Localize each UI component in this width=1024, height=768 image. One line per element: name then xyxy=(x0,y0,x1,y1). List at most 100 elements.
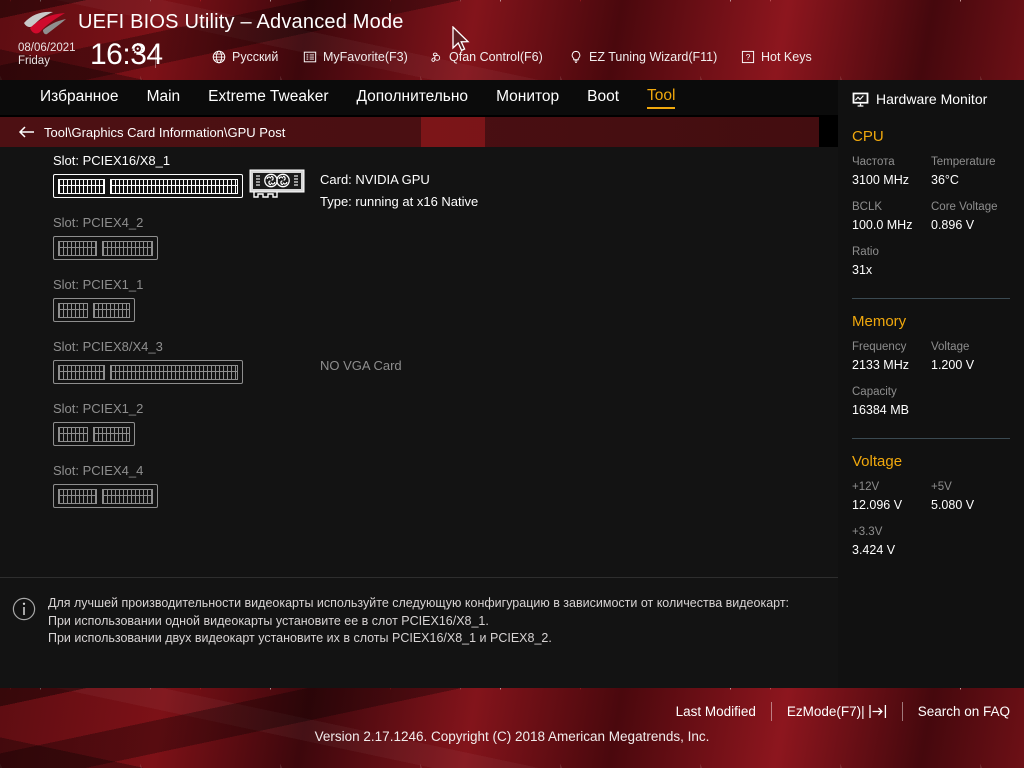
hw-section-cpu-title: CPU xyxy=(852,128,884,145)
slot-label: Slot: PCIEX8/X4_3 xyxy=(53,339,163,354)
tab-favorites[interactable]: Избранное xyxy=(40,88,119,108)
pcie-connector xyxy=(53,236,158,260)
slot-row-pciex8-x4-3[interactable]: Slot: PCIEX8/X4_3 xyxy=(53,339,243,384)
hardware-monitor-header: Hardware Monitor xyxy=(852,84,1010,114)
search-faq-label: Search on FAQ xyxy=(917,704,1010,719)
hw-value: 5.080 V xyxy=(931,498,975,512)
card-info: Card: NVIDIA GPU Type: running at x16 Na… xyxy=(320,169,478,213)
ez-tuning-wizard-button[interactable]: EZ Tuning Wizard(F11) xyxy=(568,47,717,67)
svg-text:?: ? xyxy=(745,52,750,62)
slot-row-pciex1-2[interactable]: Slot: PCIEX1_2 xyxy=(53,401,143,446)
question-icon: ? xyxy=(740,50,755,65)
hw-row: Частота 3100 MHz Temperature 36°C xyxy=(852,154,1010,199)
hw-key: Ratio xyxy=(852,246,879,258)
exit-arrow-icon xyxy=(869,705,886,718)
gear-icon[interactable]: ⚙ xyxy=(131,40,144,58)
hw-value: 1.200 V xyxy=(931,358,975,372)
tab-extreme-tweaker[interactable]: Extreme Tweaker xyxy=(208,88,328,108)
hot-keys-button[interactable]: ? Hot Keys xyxy=(740,47,812,67)
help-text: Для лучшей производительности видеокарты… xyxy=(48,595,789,688)
myfavorite-label: MyFavorite(F3) xyxy=(323,50,408,64)
card-name: Card: NVIDIA GPU xyxy=(320,172,430,187)
weekday-text: Friday xyxy=(18,55,50,67)
main-content: Slot: PCIEX16/X8_1 Card: NVIDIA GPU Type… xyxy=(0,147,838,577)
clock-display: 16:34 xyxy=(90,38,163,71)
header: UEFI BIOS Utility – Advanced Mode 08/06/… xyxy=(0,0,1024,80)
slot-label: Slot: PCIEX16/X8_1 xyxy=(53,153,171,168)
last-modified-button[interactable]: Last Modified xyxy=(676,704,756,719)
hot-keys-label: Hot Keys xyxy=(761,50,812,64)
hw-key: Core Voltage xyxy=(931,201,998,213)
pcie-connector xyxy=(53,484,158,508)
hw-key: Temperature xyxy=(931,156,996,168)
divider xyxy=(901,702,903,721)
hw-value: 16384 MB xyxy=(852,403,909,417)
hw-metric-12v: +12V 12.096 V xyxy=(852,479,931,524)
hw-value: 2133 MHz xyxy=(852,358,909,372)
hw-metric-capacity: Capacity 16384 MB xyxy=(852,384,1010,429)
header-divider xyxy=(155,44,156,68)
hw-metric-mem-voltage: Voltage 1.200 V xyxy=(931,339,1010,384)
language-button[interactable]: Русский xyxy=(211,47,278,67)
search-faq-button[interactable]: Search on FAQ xyxy=(918,704,1010,719)
mouse-cursor-icon xyxy=(452,26,470,52)
slot-row-pciex4-2[interactable]: Slot: PCIEX4_2 xyxy=(53,215,158,260)
hw-section-memory-title: Memory xyxy=(852,313,907,330)
hw-value: 3100 MHz xyxy=(852,173,909,187)
hw-value: 3.424 V xyxy=(852,543,896,557)
pcie-connector xyxy=(53,174,243,198)
hw-key: +12V xyxy=(852,481,880,493)
hw-metric-5v: +5V 5.080 V xyxy=(931,479,1010,524)
pcie-connector xyxy=(53,298,135,322)
hw-value: 12.096 V xyxy=(852,498,903,512)
tab-main[interactable]: Main xyxy=(147,88,181,108)
tab-advanced[interactable]: Дополнительно xyxy=(357,88,469,108)
hw-row: Capacity 16384 MB xyxy=(852,384,1010,429)
list-icon xyxy=(302,50,317,65)
no-vga-card-text: NO VGA Card xyxy=(320,358,402,373)
back-arrow-icon[interactable] xyxy=(18,125,35,139)
hw-row: BCLK 100.0 MHz Core Voltage 0.896 V xyxy=(852,199,1010,244)
tab-tool[interactable]: Tool xyxy=(647,87,676,109)
tab-monitor[interactable]: Монитор xyxy=(496,88,559,108)
globe-icon xyxy=(211,50,226,65)
qfan-control-button[interactable]: Qfan Control(F6) xyxy=(428,47,543,67)
rog-logo-icon xyxy=(24,11,66,35)
hw-section-voltage-title: Voltage xyxy=(852,453,903,470)
pcie-connector xyxy=(53,360,243,384)
hw-value: 100.0 MHz xyxy=(852,218,913,232)
slot-row-pciex4-4[interactable]: Slot: PCIEX4_4 xyxy=(53,463,158,508)
slot-row-pciex1-1[interactable]: Slot: PCIEX1_1 xyxy=(53,277,143,322)
hw-key: Capacity xyxy=(852,386,897,398)
hw-metric-bclk: BCLK 100.0 MHz xyxy=(852,199,931,244)
monitor-icon xyxy=(852,92,869,107)
bios-screen: UEFI BIOS Utility – Advanced Mode 08/06/… xyxy=(0,0,1024,768)
hw-row: Frequency 2133 MHz Voltage 1.200 V xyxy=(852,339,1010,384)
ezmode-label: EzMode(F7)| xyxy=(786,704,865,719)
hw-key: BCLK xyxy=(852,201,883,213)
footer-links: Last Modified EzMode(F7)| Search on FAQ xyxy=(676,702,1010,721)
page-title: UEFI BIOS Utility – Advanced Mode xyxy=(78,11,404,33)
hw-key: +3.3V xyxy=(852,526,883,538)
info-icon xyxy=(12,597,36,621)
hw-metric-core-voltage: Core Voltage 0.896 V xyxy=(931,199,1010,244)
help-panel: Для лучшей производительности видеокарты… xyxy=(0,577,838,688)
breadcrumb-highlight-band xyxy=(421,117,485,147)
hw-row: +3.3V 3.424 V xyxy=(852,524,1010,569)
hw-key: Voltage xyxy=(931,341,970,353)
last-modified-label: Last Modified xyxy=(675,704,756,719)
pcie-connector xyxy=(53,422,135,446)
fan-icon xyxy=(428,50,443,65)
hw-key: Frequency xyxy=(852,341,907,353)
hw-metric-3-3v: +3.3V 3.424 V xyxy=(852,524,1010,569)
nav-tabs: Избранное Main Extreme Tweaker Дополните… xyxy=(40,80,676,115)
slot-label: Slot: PCIEX4_2 xyxy=(53,215,144,230)
qfan-control-label: Qfan Control(F6) xyxy=(449,50,543,64)
myfavorite-button[interactable]: MyFavorite(F3) xyxy=(302,47,408,67)
slot-row-pciex16-x8-1[interactable]: Slot: PCIEX16/X8_1 xyxy=(53,153,243,198)
tab-boot[interactable]: Boot xyxy=(587,88,619,108)
help-line-1: Для лучшей производительности видеокарты… xyxy=(48,596,790,610)
hw-row: +12V 12.096 V +5V 5.080 V xyxy=(852,479,1010,524)
ezmode-button[interactable]: EzMode(F7)| xyxy=(787,704,887,719)
hw-value: 36°C xyxy=(931,173,959,187)
